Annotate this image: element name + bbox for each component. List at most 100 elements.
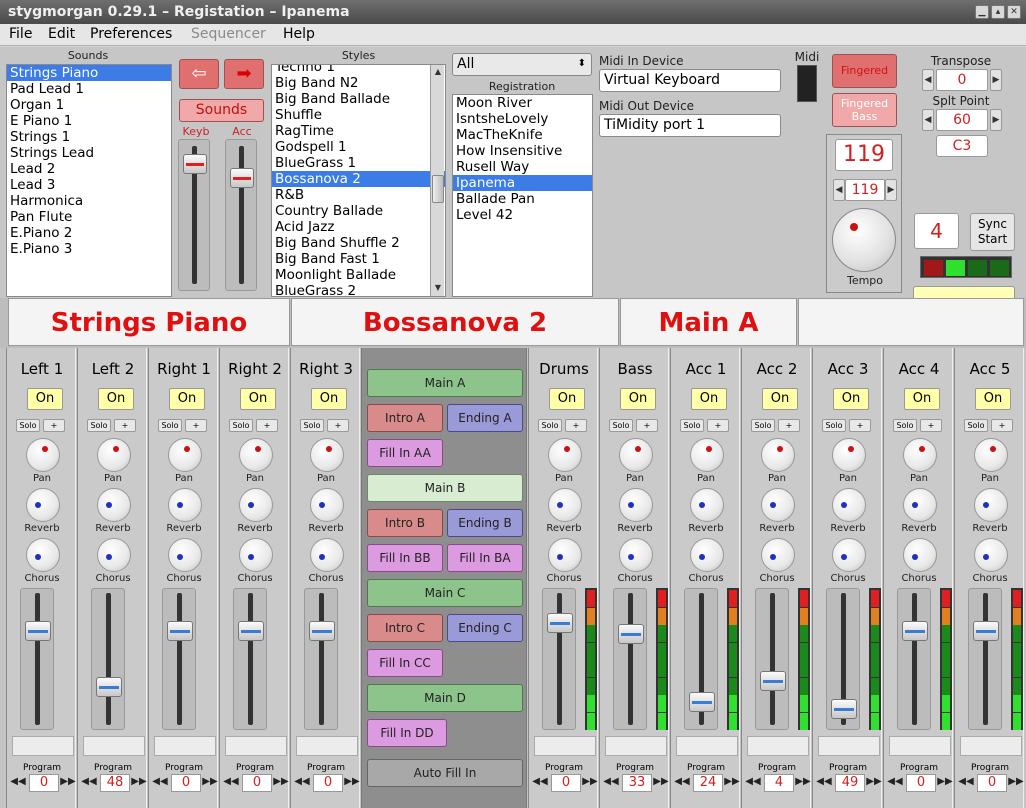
acc-2-pan-knob[interactable]	[761, 438, 795, 472]
drums-plus-button[interactable]: +	[565, 419, 587, 432]
fill-in-cc-button[interactable]: Fill In CC	[367, 649, 443, 677]
sound-list-item[interactable]: E.Piano 3	[7, 241, 171, 257]
ending-b-button[interactable]: Ending B	[447, 509, 523, 537]
registration-list-item[interactable]: Ballade Pan	[453, 191, 592, 207]
registration-list[interactable]: Moon River IsntsheLovely MacTheKnife How In…	[452, 94, 593, 297]
fader-thumb[interactable]	[973, 621, 999, 641]
drums-chorus-knob[interactable]	[548, 538, 582, 572]
tempo-spinner[interactable]: ◀ 119 ▶	[833, 179, 897, 201]
acc-4-pan-knob[interactable]	[903, 438, 937, 472]
bass-volume-fader[interactable]	[613, 588, 647, 730]
left-1-pan-knob[interactable]	[26, 438, 60, 472]
acc-4-solo-button[interactable]: Solo	[893, 419, 917, 432]
style-list-item[interactable]: Shuffle	[272, 107, 445, 123]
rewind-icon[interactable]: ◀◀	[80, 775, 98, 789]
style-list-item[interactable]: Acid Jazz	[272, 219, 445, 235]
right-2-program-spinner[interactable]: ◀◀ 0 ▶▶	[220, 774, 290, 792]
rewind-icon[interactable]: ◀◀	[815, 775, 833, 789]
acc-4-plus-button[interactable]: +	[920, 419, 942, 432]
right-2-program-value[interactable]: 0	[242, 774, 272, 792]
sound-list-item[interactable]: Pan Flute	[7, 209, 171, 225]
fader-thumb[interactable]	[309, 621, 335, 641]
acc-2-program-spinner[interactable]: ◀◀ 4 ▶▶	[742, 774, 812, 792]
left-1-reverb-knob[interactable]	[26, 488, 60, 522]
acc-4-program-spinner[interactable]: ◀◀ 0 ▶▶	[884, 774, 954, 792]
right-2-plus-button[interactable]: +	[256, 419, 278, 432]
acc-5-program-spinner[interactable]: ◀◀ 0 ▶▶	[955, 774, 1025, 792]
forward-icon[interactable]: ▶▶	[865, 775, 883, 789]
acc-3-reverb-knob[interactable]	[832, 488, 866, 522]
sound-list-item[interactable]: Pad Lead 1	[7, 81, 171, 97]
forward-icon[interactable]: ▶▶	[343, 775, 361, 789]
rewind-icon[interactable]: ◀◀	[957, 775, 975, 789]
rewind-icon[interactable]: ◀◀	[151, 775, 169, 789]
registration-list-item[interactable]: Ipanema	[453, 175, 592, 191]
acc-3-program-spinner[interactable]: ◀◀ 49 ▶▶	[813, 774, 883, 792]
registration-list-item[interactable]: How Insensitive	[453, 143, 592, 159]
acc-5-pan-knob[interactable]	[974, 438, 1008, 472]
acc-2-program-value[interactable]: 4	[764, 774, 794, 792]
forward-icon[interactable]: ▶▶	[936, 775, 954, 789]
right-1-pan-knob[interactable]	[168, 438, 202, 472]
drums-program-value[interactable]: 0	[551, 774, 581, 792]
midi-out-device-field[interactable]: TiMidity port 1	[599, 114, 781, 137]
fader-thumb[interactable]	[689, 691, 715, 712]
sound-list-item[interactable]: Lead 2	[7, 161, 171, 177]
registration-filter-select[interactable]: All ⬍	[452, 53, 592, 76]
registration-list-item[interactable]: MacTheKnife	[453, 127, 592, 143]
split-point-value[interactable]: 60	[936, 109, 988, 131]
left-1-on-button[interactable]: On	[27, 388, 63, 410]
acc-5-solo-button[interactable]: Solo	[964, 419, 988, 432]
acc-2-chorus-knob[interactable]	[761, 538, 795, 572]
left-1-plus-button[interactable]: +	[43, 419, 65, 432]
right-2-pan-knob[interactable]	[239, 438, 273, 472]
fader-thumb[interactable]	[547, 613, 573, 634]
style-list-item[interactable]: Big Band N2	[272, 75, 445, 91]
forward-icon[interactable]: ▶▶	[272, 775, 290, 789]
right-1-reverb-knob[interactable]	[168, 488, 202, 522]
tempo-increase-icon[interactable]: ▶	[885, 179, 897, 201]
acc-1-volume-fader[interactable]	[684, 588, 718, 730]
main-c-button[interactable]: Main C	[367, 579, 523, 607]
sound-list-item[interactable]: Strings Piano	[7, 65, 171, 81]
forward-icon[interactable]: ▶▶	[723, 775, 741, 789]
acc-4-volume-fader[interactable]	[897, 588, 931, 730]
styles-list[interactable]: Techno 1 Big Band N2 Big Band Ballade Shuff…	[271, 64, 446, 297]
right-1-on-button[interactable]: On	[169, 388, 205, 410]
title-bar[interactable]: stygmorgan 0.29.1 – Registation – Ipanem…	[0, 0, 1026, 24]
fader-thumb[interactable]	[167, 621, 193, 641]
minimize-icon[interactable]: ▁	[975, 5, 989, 19]
acc-1-program-value[interactable]: 24	[693, 774, 723, 792]
right-1-program-value[interactable]: 0	[171, 774, 201, 792]
intro-b-button[interactable]: Intro B	[367, 509, 443, 537]
drums-reverb-knob[interactable]	[548, 488, 582, 522]
acc-3-plus-button[interactable]: +	[849, 419, 871, 432]
drums-volume-fader[interactable]	[542, 588, 576, 730]
bass-on-button[interactable]: On	[620, 388, 656, 410]
right-1-plus-button[interactable]: +	[185, 419, 207, 432]
style-list-item[interactable]: Big Band Fast 1	[272, 251, 445, 267]
rewind-icon[interactable]: ◀◀	[293, 775, 311, 789]
forward-icon[interactable]: ▶▶	[652, 775, 670, 789]
acc-5-volume-fader[interactable]	[968, 588, 1002, 730]
acc-5-program-value[interactable]: 0	[977, 774, 1007, 792]
right-3-plus-button[interactable]: +	[327, 419, 349, 432]
drums-on-button[interactable]: On	[549, 388, 585, 410]
acc-2-reverb-knob[interactable]	[761, 488, 795, 522]
right-3-pan-knob[interactable]	[310, 438, 344, 472]
style-list-item[interactable]: BlueGrass 2	[272, 283, 445, 296]
style-list-item[interactable]: Techno 1	[272, 65, 445, 75]
left-2-volume-fader[interactable]	[91, 588, 125, 730]
fingered-button[interactable]: Fingered	[832, 54, 897, 88]
forward-icon[interactable]: ▶▶	[794, 775, 812, 789]
acc-4-chorus-knob[interactable]	[903, 538, 937, 572]
acc-1-chorus-knob[interactable]	[690, 538, 724, 572]
tempo-knob[interactable]	[832, 208, 896, 272]
right-3-program-value[interactable]: 0	[313, 774, 343, 792]
sound-list-item[interactable]: E.Piano 2	[7, 225, 171, 241]
ending-a-button[interactable]: Ending A	[447, 404, 523, 432]
acc-4-on-button[interactable]: On	[904, 388, 940, 410]
acc-4-reverb-knob[interactable]	[903, 488, 937, 522]
right-1-chorus-knob[interactable]	[168, 538, 202, 572]
midi-in-device-field[interactable]: Virtual Keyboard	[599, 69, 781, 92]
